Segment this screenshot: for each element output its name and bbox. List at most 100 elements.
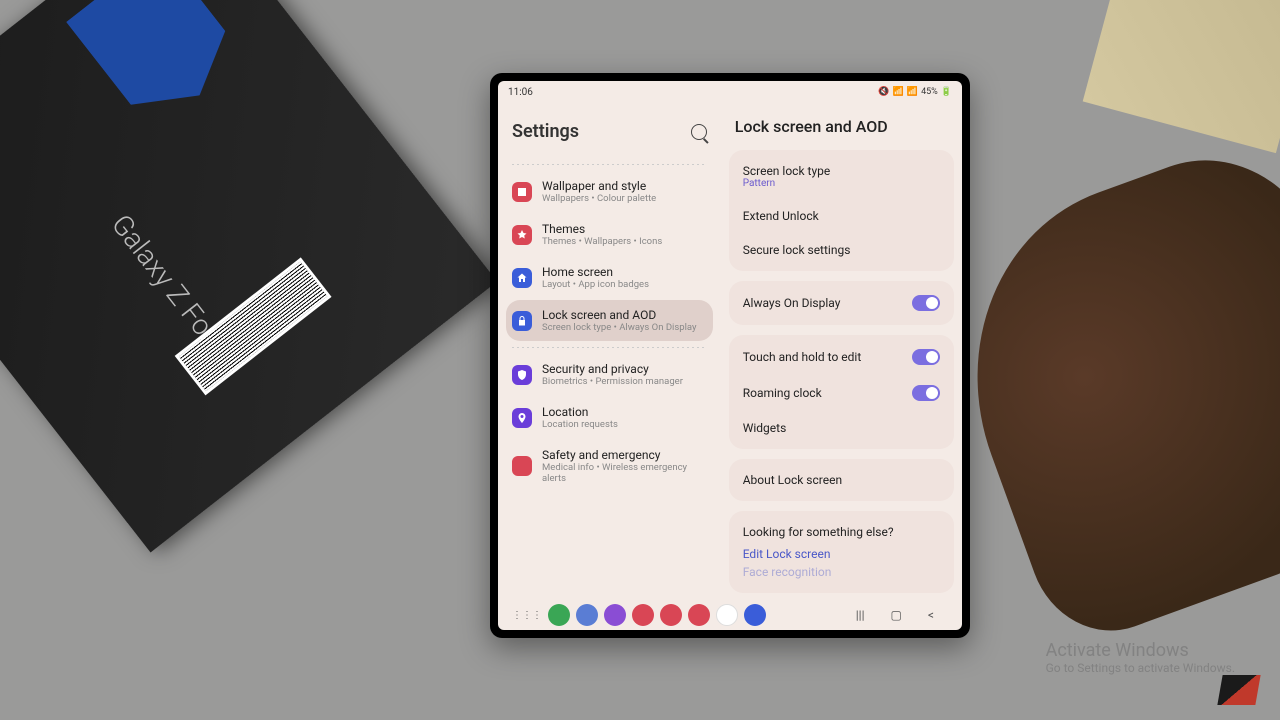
- home-button[interactable]: ▢: [891, 608, 902, 622]
- settings-header: Settings: [506, 111, 713, 158]
- row-extend-unlock[interactable]: Extend Unlock: [729, 199, 954, 233]
- detail-pane: Lock screen and AOD Screen lock type Pat…: [721, 103, 962, 600]
- row-roaming[interactable]: Roaming clock: [729, 375, 954, 411]
- themes-icon: [512, 225, 532, 245]
- row-face[interactable]: Face recognition: [729, 565, 954, 589]
- card-aod: Always On Display: [729, 281, 954, 325]
- row-label: Always On Display: [743, 296, 841, 310]
- row-looking-heading: Looking for something else?: [729, 515, 954, 543]
- sidebar-item-sub: Medical info • Wireless emergency alerts: [542, 462, 707, 484]
- sidebar-item-wallpaper[interactable]: Wallpaper and style Wallpapers • Colour …: [506, 171, 713, 212]
- row-label: Screen lock type: [743, 164, 831, 178]
- page-title: Settings: [512, 121, 579, 142]
- warranty-badge: [66, 0, 247, 132]
- dock-google-icon[interactable]: [716, 604, 738, 626]
- sidebar-item-themes[interactable]: Themes Themes • Wallpapers • Icons: [506, 214, 713, 255]
- sidebar-item-sub: Location requests: [542, 419, 618, 430]
- card-display: Touch and hold to edit Roaming clock Wid…: [729, 335, 954, 449]
- watermark-sub: Go to Settings to activate Windows.: [1046, 661, 1235, 675]
- sidebar-item-label: Themes: [542, 222, 662, 236]
- row-screenlock[interactable]: Screen lock type Pattern: [729, 154, 954, 199]
- sidebar-item-label: Security and privacy: [542, 362, 683, 376]
- divider: [512, 164, 707, 165]
- row-label: Extend Unlock: [743, 209, 819, 223]
- sidebar-item-sub: Layout • App icon badges: [542, 279, 649, 290]
- row-link: Edit Lock screen: [743, 547, 831, 561]
- dock-browser-icon[interactable]: [604, 604, 626, 626]
- card-lock-settings: Screen lock type Pattern Extend Unlock S…: [729, 150, 954, 271]
- row-secure-lock[interactable]: Secure lock settings: [729, 233, 954, 267]
- apps-grid-icon[interactable]: ⋮⋮⋮: [512, 610, 542, 621]
- dock-messages-icon[interactable]: [576, 604, 598, 626]
- row-label: About Lock screen: [743, 473, 842, 487]
- row-edit-lock[interactable]: Edit Lock screen: [729, 543, 954, 565]
- card-about: About Lock screen: [729, 459, 954, 501]
- mute-icon: 🔇: [878, 87, 889, 97]
- statusbar-right: 🔇 📶 📶 45% 🔋: [878, 87, 952, 97]
- dock-app-icon[interactable]: [660, 604, 682, 626]
- row-link: Face recognition: [743, 565, 832, 579]
- toggle-aod[interactable]: [912, 295, 940, 311]
- dock-youtube-icon[interactable]: [688, 604, 710, 626]
- activation-watermark: Activate Windows Go to Settings to activ…: [1046, 640, 1235, 675]
- battery-percent: 45%: [921, 87, 938, 97]
- sidebar-item-label: Location: [542, 405, 618, 419]
- row-widgets[interactable]: Widgets: [729, 411, 954, 445]
- row-label: Roaming clock: [743, 386, 822, 400]
- emergency-icon: [512, 456, 532, 476]
- sidebar-item-sub: Biometrics • Permission manager: [542, 376, 683, 387]
- tablet-screen: 11:06 🔇 📶 📶 45% 🔋 Settings: [498, 81, 962, 630]
- dock-bar: ⋮⋮⋮ ||| ▢ <: [498, 600, 962, 630]
- row-value: Pattern: [743, 178, 831, 189]
- detail-title: Lock screen and AOD: [729, 113, 954, 150]
- sidebar-item-label: Lock screen and AOD: [542, 308, 697, 322]
- back-button[interactable]: <: [928, 608, 934, 622]
- wifi-icon: 📶: [893, 87, 904, 97]
- toggle-touch[interactable]: [912, 349, 940, 365]
- signal-icon: 📶: [907, 87, 918, 97]
- settings-list-pane: Settings Wallpaper and style Wallpapers …: [498, 103, 721, 600]
- battery-icon: 🔋: [941, 87, 952, 97]
- wallpaper-icon: [512, 182, 532, 202]
- dock-app-icon[interactable]: [632, 604, 654, 626]
- product-box: [0, 0, 497, 552]
- content-split: Settings Wallpaper and style Wallpapers …: [498, 103, 962, 600]
- home-icon: [512, 268, 532, 288]
- row-label: Touch and hold to edit: [743, 350, 862, 364]
- recents-button[interactable]: |||: [856, 608, 865, 622]
- location-icon: [512, 408, 532, 428]
- channel-logo: [1217, 675, 1260, 705]
- sidebar-item-label: Wallpaper and style: [542, 179, 656, 193]
- wood-stand: [1083, 0, 1280, 153]
- tablet-device: 11:06 🔇 📶 📶 45% 🔋 Settings: [490, 73, 970, 638]
- sidebar-item-location[interactable]: Location Location requests: [506, 397, 713, 438]
- row-label: Widgets: [743, 421, 787, 435]
- row-aod[interactable]: Always On Display: [729, 285, 954, 321]
- sidebar-item-security[interactable]: Security and privacy Biometrics • Permis…: [506, 354, 713, 395]
- sidebar-item-sub: Themes • Wallpapers • Icons: [542, 236, 662, 247]
- nav-controls: ||| ▢ <: [856, 608, 934, 622]
- sidebar-item-sub: Screen lock type • Always On Display: [542, 322, 697, 333]
- toggle-roaming[interactable]: [912, 385, 940, 401]
- lock-icon: [512, 311, 532, 331]
- sidebar-item-label: Safety and emergency: [542, 448, 707, 462]
- dock-app-icon[interactable]: [744, 604, 766, 626]
- row-label: Secure lock settings: [743, 243, 851, 257]
- barcode-label: [175, 257, 332, 395]
- sidebar-item-home[interactable]: Home screen Layout • App icon badges: [506, 257, 713, 298]
- sidebar-item-lockscreen[interactable]: Lock screen and AOD Screen lock type • A…: [506, 300, 713, 341]
- sidebar-item-sub: Wallpapers • Colour palette: [542, 193, 656, 204]
- sidebar-item-label: Home screen: [542, 265, 649, 279]
- row-touch-edit[interactable]: Touch and hold to edit: [729, 339, 954, 375]
- sidebar-item-safety[interactable]: Safety and emergency Medical info • Wire…: [506, 440, 713, 492]
- statusbar-time: 11:06: [508, 87, 533, 98]
- divider: [512, 347, 707, 348]
- dock-phone-icon[interactable]: [548, 604, 570, 626]
- row-about[interactable]: About Lock screen: [729, 463, 954, 497]
- row-label: Looking for something else?: [743, 525, 894, 539]
- hand: [920, 128, 1280, 653]
- shield-icon: [512, 365, 532, 385]
- card-looking: Looking for something else? Edit Lock sc…: [729, 511, 954, 593]
- statusbar: 11:06 🔇 📶 📶 45% 🔋: [498, 81, 962, 103]
- search-icon[interactable]: [691, 124, 707, 140]
